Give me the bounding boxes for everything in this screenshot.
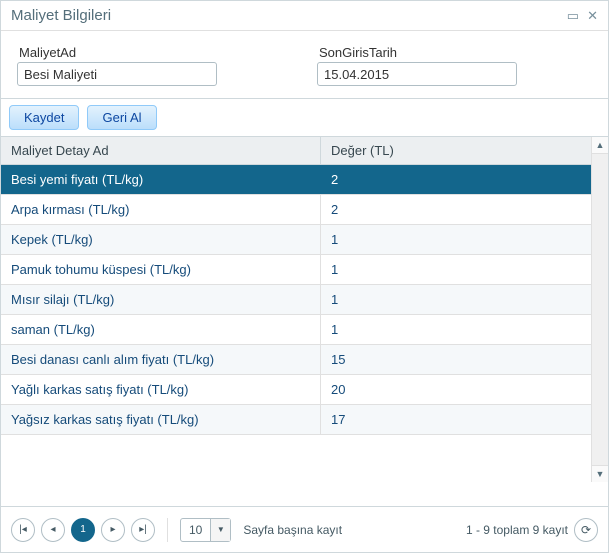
cell-name: Kepek (TL/kg) [1, 225, 321, 254]
toolbar: Kaydet Geri Al [1, 98, 608, 137]
cell-name: Yağsız karkas satış fiyatı (TL/kg) [1, 405, 321, 434]
cell-value: 17 [321, 405, 591, 434]
name-input[interactable] [17, 62, 217, 86]
page-size-select[interactable]: 10 ▼ [180, 518, 231, 542]
pager-separator [167, 518, 168, 542]
pager-prev-button[interactable]: ◂ [41, 518, 65, 542]
table-row[interactable]: Yağsız karkas satış fiyatı (TL/kg)17 [1, 405, 591, 435]
page-size-label: Sayfa başına kayıt [243, 523, 342, 537]
table-row[interactable]: Yağlı karkas satış fiyatı (TL/kg)20 [1, 375, 591, 405]
cell-name: Arpa kırması (TL/kg) [1, 195, 321, 224]
table-row[interactable]: saman (TL/kg)1 [1, 315, 591, 345]
cell-name: saman (TL/kg) [1, 315, 321, 344]
cell-value: 2 [321, 195, 591, 224]
table-row[interactable]: Besi danası canlı alım fiyatı (TL/kg)15 [1, 345, 591, 375]
cell-value: 2 [321, 165, 591, 194]
grid: Maliyet Detay Ad Değer (TL) Besi yemi fi… [1, 137, 608, 482]
chevron-down-icon[interactable]: ▼ [210, 519, 230, 541]
field-date: SonGirisTarih [317, 45, 517, 86]
save-button[interactable]: Kaydet [9, 105, 79, 130]
cell-value: 1 [321, 315, 591, 344]
date-label: SonGirisTarih [319, 45, 517, 60]
table-row[interactable]: Pamuk tohumu küspesi (TL/kg)1 [1, 255, 591, 285]
pager-current-page[interactable]: 1 [71, 518, 95, 542]
table-row[interactable]: Besi yemi fiyatı (TL/kg)2 [1, 165, 591, 195]
grid-rows: Besi yemi fiyatı (TL/kg)2Arpa kırması (T… [1, 165, 591, 435]
col-header-name[interactable]: Maliyet Detay Ad [1, 137, 321, 164]
cell-name: Besi danası canlı alım fiyatı (TL/kg) [1, 345, 321, 374]
maximize-icon[interactable]: ▭ [567, 8, 579, 24]
refresh-button[interactable]: ⟳ [574, 518, 598, 542]
page-size-value: 10 [181, 523, 210, 537]
window-controls: ▭ ✕ [567, 8, 598, 24]
pager: |◂ ◂ 1 ▸ ▸| 10 ▼ Sayfa başına kayıt 1 - … [1, 506, 608, 552]
name-label: MaliyetAd [19, 45, 217, 60]
scroll-down-icon[interactable]: ▼ [592, 465, 608, 482]
cell-name: Besi yemi fiyatı (TL/kg) [1, 165, 321, 194]
undo-button[interactable]: Geri Al [87, 105, 156, 130]
vertical-scrollbar[interactable]: ▲ ▼ [591, 137, 608, 482]
col-header-value[interactable]: Değer (TL) [321, 137, 591, 164]
pager-info: 1 - 9 toplam 9 kayıt [466, 523, 568, 537]
cell-value: 1 [321, 285, 591, 314]
cell-name: Pamuk tohumu küspesi (TL/kg) [1, 255, 321, 284]
cell-name: Yağlı karkas satış fiyatı (TL/kg) [1, 375, 321, 404]
cell-value: 20 [321, 375, 591, 404]
table-row[interactable]: Arpa kırması (TL/kg)2 [1, 195, 591, 225]
scroll-up-icon[interactable]: ▲ [592, 137, 608, 154]
grid-body: Maliyet Detay Ad Değer (TL) Besi yemi fi… [1, 137, 591, 482]
window-titlebar: Maliyet Bilgileri ▭ ✕ [1, 1, 608, 31]
pager-first-button[interactable]: |◂ [11, 518, 35, 542]
pager-last-button[interactable]: ▸| [131, 518, 155, 542]
grid-header: Maliyet Detay Ad Değer (TL) [1, 137, 591, 165]
cell-name: Mısır silajı (TL/kg) [1, 285, 321, 314]
close-icon[interactable]: ✕ [587, 8, 598, 24]
pager-next-button[interactable]: ▸ [101, 518, 125, 542]
table-row[interactable]: Mısır silajı (TL/kg)1 [1, 285, 591, 315]
cell-value: 1 [321, 255, 591, 284]
cell-value: 1 [321, 225, 591, 254]
field-name: MaliyetAd [17, 45, 217, 86]
cell-value: 15 [321, 345, 591, 374]
table-row[interactable]: Kepek (TL/kg)1 [1, 225, 591, 255]
date-input[interactable] [317, 62, 517, 86]
window-title: Maliyet Bilgileri [11, 7, 111, 24]
form-area: MaliyetAd SonGirisTarih [1, 31, 608, 98]
